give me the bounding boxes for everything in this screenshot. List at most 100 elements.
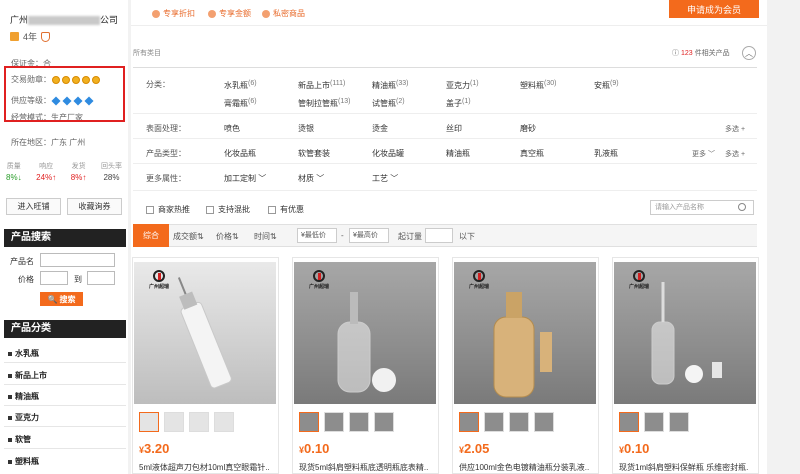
check-discount[interactable]: 有优惠 (268, 204, 304, 215)
filter-category-option[interactable]: 盖子(1) (446, 98, 471, 109)
thumbnail[interactable] (189, 412, 209, 432)
thumbnail-strip (459, 412, 554, 432)
divider (4, 426, 126, 427)
filter-category-option[interactable]: 水乳瓶(6) (224, 80, 257, 91)
product-name-input[interactable] (40, 253, 115, 267)
filter-type-option[interactable]: 化妆品罐 (372, 148, 404, 159)
year-badge-icon (10, 32, 19, 41)
result-count: ⓘ 123 件相关产品 (672, 49, 730, 58)
stat-shipping: 发货 8%↑ (70, 163, 87, 182)
tag-exclusive-discount: 专享折扣 (152, 8, 195, 19)
product-category-title: 产品分类 (4, 320, 126, 338)
filter-surface-option[interactable]: 磨砂 (520, 123, 536, 134)
price-max-filter-input[interactable]: ¥最高价 (349, 228, 389, 243)
chevron-down-icon: ﹀ (390, 174, 399, 183)
filter-category-option[interactable]: 试管瓶(2) (372, 98, 405, 109)
shop-name[interactable]: 广州 公司 (10, 13, 118, 26)
stat-response: 响应 24%↑ (36, 163, 57, 182)
search-icon[interactable] (738, 203, 746, 211)
join-member-button[interactable]: 申请成为会员 (669, 0, 759, 18)
check-hot[interactable]: 商家热推 (146, 204, 190, 215)
filter-type-option[interactable]: 软管套装 (298, 148, 330, 159)
product-image[interactable]: 广州超瑞 (454, 262, 596, 404)
moq-input[interactable] (425, 228, 453, 243)
attr-dropdown-material[interactable]: 材质 ﹀ (298, 173, 324, 184)
attr-dropdown-custom[interactable]: 加工定制 ﹀ (224, 173, 266, 184)
thumbnail[interactable] (619, 412, 639, 432)
product-title[interactable]: 供应100ml金色电镀精油瓶分装乳液... (459, 462, 589, 473)
sort-price[interactable]: 价格⇅ (216, 231, 239, 242)
product-title[interactable]: 现货1ml斜肩塑料保鲜瓶 乐维密封瓶... (619, 462, 749, 473)
thumbnail[interactable] (164, 412, 184, 432)
more-button[interactable]: 更多 ﹀ (692, 149, 715, 159)
thumbnail[interactable] (349, 412, 369, 432)
multi-select-button[interactable]: 多选 + (725, 149, 745, 159)
thumbnail[interactable] (374, 412, 394, 432)
category-item[interactable]: 精油瓶 (8, 391, 39, 402)
sort-time[interactable]: 时间⇅ (254, 231, 277, 242)
multi-select-button[interactable]: 多选 + (725, 124, 745, 134)
search-icon: 🔍 (47, 294, 58, 304)
filter-category-option[interactable]: 亚克力(1) (446, 80, 479, 91)
thumbnail[interactable] (509, 412, 529, 432)
product-title[interactable]: 现货5ml斜肩塑料瓶底透明瓶底表精... (299, 462, 429, 473)
divider (4, 384, 126, 385)
thumbnail[interactable] (299, 412, 319, 432)
filter-category-option[interactable]: 管制拉管瓶(13) (298, 98, 350, 109)
filter-category-option[interactable]: 膏霜瓶(6) (224, 98, 257, 109)
favorite-button[interactable]: 收藏询券 (67, 198, 122, 215)
attr-dropdown-craft[interactable]: 工艺 ﹀ (372, 173, 398, 184)
thumbnail[interactable] (324, 412, 344, 432)
price-min-input[interactable] (40, 271, 68, 285)
collapse-filters-button[interactable]: ︿ (742, 46, 756, 60)
category-item[interactable]: 新品上市 (8, 370, 47, 381)
checkbox-icon (206, 205, 214, 214)
price-min-filter-input[interactable]: ¥最低价 (297, 228, 337, 243)
filter-surface-option[interactable]: 喷色 (224, 123, 240, 134)
surface-filter-label: 表面处理： (146, 124, 186, 133)
product-price: ¥2.05 (459, 441, 490, 456)
thumbnail[interactable] (669, 412, 689, 432)
thumbnail[interactable] (484, 412, 504, 432)
thumbnail[interactable] (214, 412, 234, 432)
highlight-box (4, 66, 125, 122)
filter-type-option[interactable]: 乳液瓶 (594, 148, 618, 159)
search-button[interactable]: 🔍 搜索 (40, 292, 83, 306)
product-image[interactable]: 广州超瑞 (134, 262, 276, 404)
tag-icon (208, 9, 216, 18)
product-price: ¥3.20 (139, 441, 170, 456)
category-item[interactable]: 塑料瓶 (8, 456, 39, 467)
filter-surface-option[interactable]: 丝印 (446, 123, 462, 134)
product-name-label: 产品名 (10, 257, 34, 266)
filter-category-option[interactable]: 安瓶(9) (594, 80, 619, 91)
product-image[interactable]: 广州超瑞 (614, 262, 756, 404)
filter-type-option[interactable]: 化妆品瓶 (224, 148, 256, 159)
enter-store-button[interactable]: 进入旺铺 (6, 198, 61, 215)
thumbnail[interactable] (644, 412, 664, 432)
sort-comprehensive[interactable]: 综合 (133, 224, 169, 247)
filter-category-option[interactable]: 塑料瓶(30) (520, 80, 556, 91)
thumbnail[interactable] (139, 412, 159, 432)
filter-surface-option[interactable]: 烫银 (298, 123, 314, 134)
thumbnail-strip (139, 412, 234, 432)
sort-icon: ⇅ (197, 232, 204, 241)
info-icon: ⓘ (672, 50, 679, 57)
filter-type-option[interactable]: 精油瓶 (446, 148, 470, 159)
filter-type-option[interactable]: 真空瓶 (520, 148, 544, 159)
filter-category-option[interactable]: 精油瓶(33) (372, 80, 408, 91)
filter-surface-option[interactable]: 烫金 (372, 123, 388, 134)
thumbnail[interactable] (534, 412, 554, 432)
thumbnail[interactable] (459, 412, 479, 432)
category-item[interactable]: 软管 (8, 434, 31, 445)
price-max-input[interactable] (87, 271, 115, 285)
check-mixed-batch[interactable]: 支持混批 (206, 204, 250, 215)
divider (4, 405, 126, 406)
type-filter-label: 产品类型： (146, 149, 186, 158)
filter-category-option[interactable]: 新品上市(111) (298, 80, 345, 91)
product-image[interactable]: 广州超瑞 (294, 262, 436, 404)
product-title[interactable]: 5ml液体超声刀包材10ml真空眼霜针... (139, 462, 269, 473)
product-bottle-illustration (493, 292, 552, 398)
sort-turnover[interactable]: 成交额⇅ (173, 231, 204, 242)
category-item[interactable]: 亚克力 (8, 412, 39, 423)
category-item[interactable]: 水乳瓶 (8, 348, 39, 359)
